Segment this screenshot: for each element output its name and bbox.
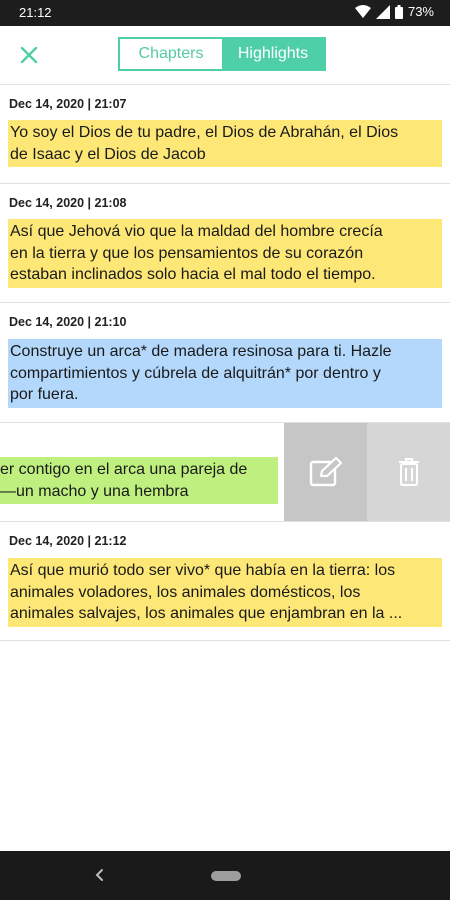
highlight-text: Así que Jehová vio que la maldad del hom… (8, 219, 442, 288)
status-time: 21:12 (19, 5, 52, 20)
highlight-line: por fuera. (10, 386, 79, 403)
highlight-text: Así que murió todo ser vivo* que había e… (8, 558, 442, 627)
highlight-line: en la tierra y que los pensamientos de s… (10, 244, 364, 262)
wifi-icon (354, 4, 371, 18)
delete-button[interactable] (367, 423, 450, 521)
highlight-text: Yo soy el Dios de tu padre, el Dios de A… (8, 120, 442, 167)
highlight-line: de Isaac y el Dios de Jacob (10, 145, 206, 163)
edit-button[interactable] (284, 423, 367, 521)
highlight-item[interactable]: Dec 14, 2020 | 21:07 Yo soy el Dios de t… (0, 85, 450, 184)
highlight-line: animales voladores, los animales domésti… (10, 583, 361, 601)
close-button[interactable] (17, 43, 41, 67)
status-icons: 73% (354, 4, 434, 19)
highlight-line: Así que Jehová vio que la maldad del hom… (10, 223, 383, 240)
highlight-line: Construye un arca* de madera resinosa pa… (10, 343, 392, 360)
tab-highlights[interactable]: Highlights (222, 39, 324, 69)
highlight-text: er contigo en el arca una pareja de —un … (0, 457, 278, 504)
highlight-date: Dec 14, 2020 | 21:07 (9, 97, 127, 111)
back-icon (95, 869, 103, 881)
battery-percent: 73% (407, 4, 434, 19)
highlight-item[interactable]: Dec 14, 2020 | 21:10 Construye un arca* … (0, 303, 450, 423)
highlight-line: Yo soy el Dios de tu padre, el Dios de A… (10, 124, 399, 141)
segmented-control: Chapters Highlights (118, 37, 326, 71)
highlight-line: er contigo en el arca una pareja de (0, 461, 248, 478)
highlight-date: Dec 14, 2020 | 21:12 (9, 534, 127, 548)
tab-chapters[interactable]: Chapters (120, 39, 222, 69)
edit-icon (309, 457, 342, 487)
battery-icon (394, 4, 403, 19)
close-icon (20, 46, 38, 64)
highlight-line: animales salvajes, los animales que enja… (10, 605, 403, 622)
navigation-bar (0, 851, 450, 900)
highlight-item[interactable]: Dec 14, 2020 | 21:08 Así que Jehová vio … (0, 184, 450, 303)
trash-icon (398, 458, 419, 486)
highlight-date: Dec 14, 2020 | 21:08 (9, 196, 127, 210)
highlight-line: compartimientos y cúbrela de alquitrán* … (10, 364, 381, 382)
back-button[interactable] (90, 865, 110, 885)
highlight-date: Dec 14, 2020 | 21:10 (9, 315, 127, 329)
highlight-text: Construye un arca* de madera resinosa pa… (8, 339, 442, 408)
highlight-item[interactable]: Dec 14, 2020 | 21:12 Así que murió todo … (0, 522, 450, 641)
highlight-item-swiped[interactable]: er contigo en el arca una pareja de —un … (0, 423, 450, 522)
highlight-line: —un macho y una hembra (0, 482, 189, 500)
highlight-line: estaban inclinados solo hacia el mal tod… (10, 266, 376, 283)
signal-icon (375, 4, 390, 19)
home-pill-icon[interactable] (211, 871, 241, 881)
status-bar: 21:12 73% (0, 0, 450, 26)
highlight-line: Así que murió todo ser vivo* que había e… (10, 562, 396, 579)
header: Chapters Highlights (0, 26, 450, 85)
